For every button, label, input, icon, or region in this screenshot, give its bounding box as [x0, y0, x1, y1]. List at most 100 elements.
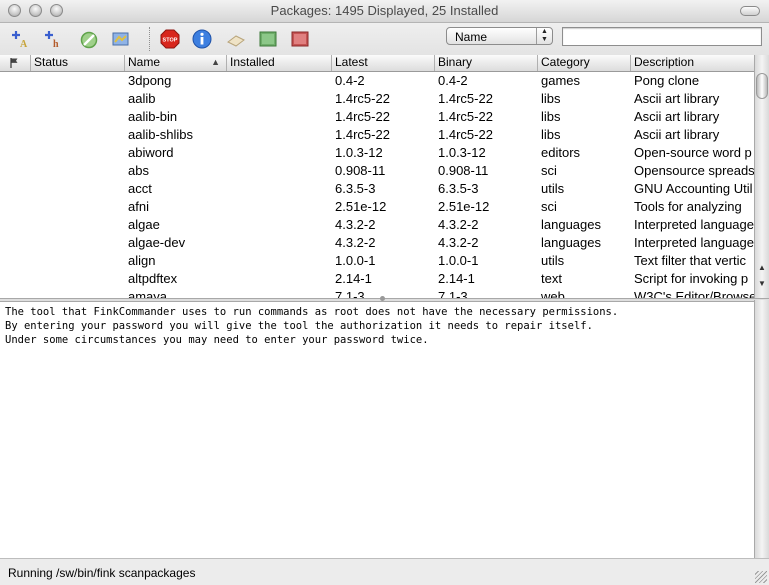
- svg-text:STOP: STOP: [163, 38, 178, 44]
- row-description: Tools for analyzing: [634, 199, 742, 214]
- row-flag[interactable]: [0, 216, 31, 234]
- header-flag[interactable]: [0, 55, 31, 71]
- install-binary-button[interactable]: A: [10, 28, 32, 50]
- terminate-button[interactable]: STOP: [159, 28, 181, 50]
- row-binary: 6.3.5-3: [438, 181, 479, 196]
- row-installed: [227, 270, 332, 288]
- header-installed[interactable]: Installed: [227, 55, 332, 71]
- row-name: abiword: [128, 145, 174, 160]
- envelope-icon: [227, 35, 245, 47]
- toolbar-separator: [149, 27, 150, 51]
- row-flag[interactable]: [0, 180, 31, 198]
- row-name: 3dpong: [128, 73, 172, 88]
- status-bar: Running /sw/bin/fink scanpackages: [0, 558, 769, 585]
- row-installed: [227, 90, 332, 108]
- row-flag[interactable]: [0, 126, 31, 144]
- package-info-button[interactable]: [191, 28, 213, 50]
- table-header: Status Name ▲ Installed Latest Binary Ca…: [0, 55, 754, 72]
- remove-button[interactable]: [78, 28, 100, 50]
- row-status: [31, 72, 125, 90]
- table-row[interactable]: align 1.0.0-1 1.0.0-1 utils Text filter that…: [0, 252, 754, 270]
- header-latest[interactable]: Latest: [332, 55, 435, 71]
- toolbar-toggle-button[interactable]: [740, 6, 760, 16]
- table-row[interactable]: abiword 1.0.3-12 1.0.3-12 editors Open-sourc…: [0, 144, 754, 162]
- row-category: libs: [541, 127, 561, 142]
- table-row[interactable]: afni 2.51e-12 2.51e-12 sci Tools for analyzi…: [0, 198, 754, 216]
- header-binary[interactable]: Binary: [435, 55, 538, 71]
- search-input[interactable]: [562, 27, 762, 46]
- table-row[interactable]: abs 0.908-11 0.908-11 sci Opensource spreads: [0, 162, 754, 180]
- row-flag[interactable]: [0, 162, 31, 180]
- table-row[interactable]: acct 6.3.5-3 6.3.5-3 utils GNU Accounting Ut…: [0, 180, 754, 198]
- row-installed: [227, 108, 332, 126]
- table-row[interactable]: 3dpong 0.4-2 0.4-2 games Pong clone: [0, 72, 754, 90]
- updown-arrow-icon: ▲ ▼: [536, 28, 552, 44]
- scroll-down-arrow[interactable]: ▼: [755, 277, 769, 290]
- row-status: [31, 180, 125, 198]
- row-description: Opensource spreads: [634, 163, 754, 178]
- table-row[interactable]: algae-dev 4.3.2-2 4.3.2-2 languages Interpre…: [0, 234, 754, 252]
- table-row[interactable]: aalib-shlibs 1.4rc5-22 1.4rc5-22 libs Ascii …: [0, 126, 754, 144]
- title-bar: Packages: 1495 Displayed, 25 Installed: [0, 0, 769, 23]
- row-flag[interactable]: [0, 90, 31, 108]
- row-latest: 2.51e-12: [335, 199, 387, 214]
- search-field-popup[interactable]: Name ▲ ▼: [446, 27, 553, 45]
- table-row[interactable]: aalib-bin 1.4rc5-22 1.4rc5-22 libs Ascii art…: [0, 108, 754, 126]
- output-text-view[interactable]: The tool that FinkCommander uses to run …: [0, 302, 754, 558]
- row-category: utils: [541, 181, 565, 196]
- row-description: Text filter that vertic: [634, 253, 746, 268]
- row-flag[interactable]: [0, 252, 31, 270]
- output-line: Under some circumstances you may need to…: [5, 334, 429, 346]
- row-flag[interactable]: [0, 234, 31, 252]
- selfupdate-button[interactable]: [110, 28, 132, 50]
- header-name[interactable]: Name ▲: [125, 55, 227, 71]
- row-flag[interactable]: [0, 198, 31, 216]
- row-description: Ascii art library: [634, 127, 720, 142]
- row-latest: 0.4-2: [335, 73, 365, 88]
- plus-h-icon: h: [45, 31, 59, 50]
- row-category: languages: [541, 217, 601, 232]
- scroll-up-arrow[interactable]: ▲: [755, 261, 769, 274]
- row-latest: 1.0.0-1: [335, 253, 376, 268]
- row-binary: 4.3.2-2: [438, 235, 479, 250]
- terminal-button[interactable]: [257, 28, 279, 50]
- row-category: editors: [541, 145, 581, 160]
- row-status: [31, 252, 125, 270]
- header-description[interactable]: Description: [631, 55, 754, 71]
- row-description: Pong clone: [634, 73, 700, 88]
- table-scroll-thumb[interactable]: [756, 73, 768, 99]
- no-entry-icon: [80, 31, 98, 49]
- row-flag[interactable]: [0, 108, 31, 126]
- terminal-icon: [259, 31, 277, 47]
- search-field-selected: Name: [455, 30, 488, 44]
- header-status[interactable]: Status: [31, 55, 125, 71]
- row-latest: 2.14-1: [335, 271, 372, 286]
- row-status: [31, 90, 125, 108]
- row-flag[interactable]: [0, 144, 31, 162]
- row-flag[interactable]: [0, 72, 31, 90]
- row-name: algae: [128, 217, 160, 232]
- row-binary: 1.4rc5-22: [438, 109, 493, 124]
- table-scrollbar[interactable]: ▲ ▼: [754, 55, 769, 299]
- row-category: libs: [541, 109, 561, 124]
- info-icon: [192, 29, 212, 49]
- row-status: [31, 270, 125, 288]
- table-row[interactable]: algae 4.3.2-2 4.3.2-2 languages Interpreted …: [0, 216, 754, 234]
- splitter-dimple[interactable]: [380, 296, 385, 301]
- row-flag[interactable]: [0, 270, 31, 288]
- row-latest: 4.3.2-2: [335, 217, 376, 232]
- table-row[interactable]: altpdftex 2.14-1 2.14-1 text Script for invo…: [0, 270, 754, 288]
- row-binary: 0.908-11: [438, 163, 489, 178]
- row-latest: 1.4rc5-22: [335, 109, 390, 124]
- table-row[interactable]: aalib 1.4rc5-22 1.4rc5-22 libs Ascii art lib…: [0, 90, 754, 108]
- install-source-button[interactable]: h: [43, 28, 65, 50]
- row-binary: 2.51e-12: [438, 199, 490, 214]
- terminal-alt-button[interactable]: [289, 28, 311, 50]
- row-binary: 1.4rc5-22: [438, 91, 493, 106]
- row-name: aalib-bin: [128, 109, 178, 124]
- resize-grip-icon[interactable]: [755, 571, 767, 583]
- header-category[interactable]: Category: [538, 55, 631, 71]
- output-scrollbar[interactable]: [754, 300, 769, 558]
- feedback-button[interactable]: [225, 28, 247, 50]
- output-line: By entering your password you will give …: [5, 320, 593, 332]
